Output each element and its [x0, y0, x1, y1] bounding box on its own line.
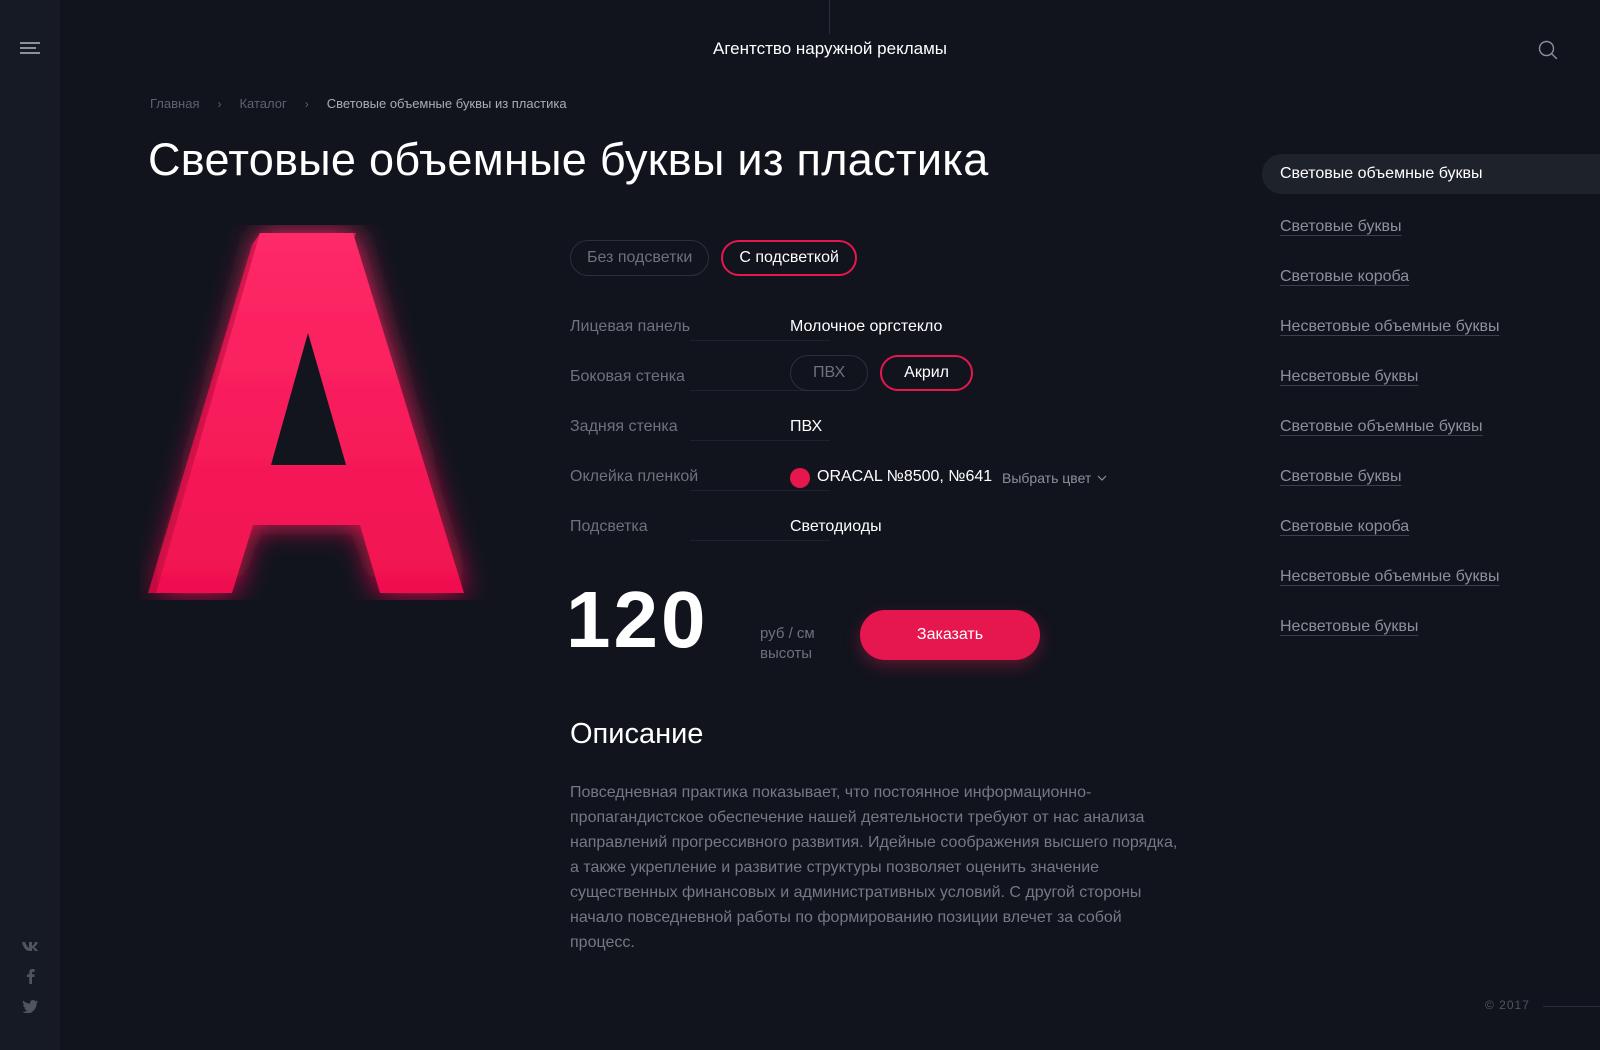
sidebar-item-label: Несветовые объемные буквы: [1280, 318, 1500, 335]
spec-label: Лицевая панель: [570, 318, 691, 335]
price-unit: руб / см высоты: [760, 624, 840, 664]
top-divider: [829, 0, 830, 34]
sidebar-item-label: Световые короба: [1280, 518, 1410, 535]
sidebar-item-label: Световые короба: [1280, 268, 1410, 285]
page: Агентство наружной рекламы Главная › Кат…: [0, 0, 1600, 1050]
choose-color-dropdown[interactable]: Выбрать цвет: [1002, 470, 1107, 486]
spec-side-wall: Боковая стенка ПВХ Акрил: [570, 355, 1130, 394]
spec-value: Молочное оргстекло: [790, 318, 943, 335]
option-pvc[interactable]: ПВХ: [790, 355, 869, 391]
choose-color-label: Выбрать цвет: [1002, 470, 1092, 486]
breadcrumb-home[interactable]: Главная: [150, 96, 199, 111]
film-value: ORACAL №8500, №641: [817, 468, 993, 485]
sidebar-item-label: Световые буквы: [1280, 218, 1402, 235]
twitter-icon[interactable]: [20, 998, 40, 1014]
spec-label: Боковая стенка: [570, 368, 685, 385]
search-icon[interactable]: [1538, 40, 1560, 62]
spec-lighting: Подсветка Светодиоды: [570, 514, 1130, 544]
chevron-right-icon: ›: [304, 96, 309, 111]
breadcrumb: Главная › Каталог › Световые объемные бу…: [150, 96, 567, 111]
site-title[interactable]: Агентство наружной рекламы: [0, 39, 1600, 59]
sidebar-item-active[interactable]: Световые объемные буквы: [1262, 154, 1600, 194]
sidebar-item[interactable]: Световые буквы: [1262, 454, 1600, 504]
spec-value: Светодиоды: [790, 518, 882, 535]
spec-face-panel: Лицевая панель Молочное оргстекло: [570, 314, 1130, 344]
sidebar-item-label: Световые объемные буквы: [1280, 418, 1483, 435]
sidebar-item[interactable]: Несветовые объемные буквы: [1262, 554, 1600, 604]
price-unit-line1: руб / см: [760, 625, 815, 642]
page-title: Световые объемные буквы из пластика: [148, 134, 989, 185]
sidebar-item-label: Несветовые объемные буквы: [1280, 568, 1500, 585]
sidebar-item[interactable]: Световые короба: [1262, 254, 1600, 304]
footer-divider: [1543, 1006, 1600, 1007]
category-sidebar: Световые объемные буквы Световые буквы С…: [1262, 154, 1600, 654]
spec-back-wall: Задняя стенка ПВХ: [570, 414, 1130, 444]
sidebar-item-label: Несветовые буквы: [1280, 618, 1419, 635]
breadcrumb-catalog[interactable]: Каталог: [239, 96, 286, 111]
sidebar-item[interactable]: Несветовые буквы: [1262, 354, 1600, 404]
sidebar-item-label: Световые объемные буквы: [1280, 165, 1483, 182]
description-title: Описание: [570, 718, 704, 750]
facebook-icon[interactable]: [20, 968, 40, 984]
chevron-down-icon: [1097, 475, 1107, 481]
spec-divider: [690, 540, 830, 541]
sidebar-item[interactable]: Световые буквы: [1262, 204, 1600, 254]
spec-divider: [690, 340, 830, 341]
copyright: © 2017: [1485, 998, 1530, 1012]
chevron-right-icon: ›: [217, 96, 222, 111]
spec-label: Оклейка пленкой: [570, 468, 699, 485]
option-no-lighting[interactable]: Без подсветки: [570, 240, 710, 276]
vk-icon[interactable]: [20, 938, 40, 954]
sidebar-item[interactable]: Несветовые буквы: [1262, 604, 1600, 654]
spec-label: Задняя стенка: [570, 418, 678, 435]
sidebar-item-label: Световые буквы: [1280, 468, 1402, 485]
sidebar-item-label: Несветовые буквы: [1280, 368, 1419, 385]
option-acrylic[interactable]: Акрил: [880, 355, 973, 391]
option-with-lighting[interactable]: С подсветкой: [721, 240, 857, 276]
sidebar-item[interactable]: Световые короба: [1262, 504, 1600, 554]
spec-divider: [690, 490, 830, 491]
lighting-toggle: Без подсветки С подсветкой: [570, 240, 857, 276]
spec-divider: [690, 440, 830, 441]
color-swatch: [790, 468, 810, 488]
price-value: 120: [566, 575, 709, 664]
price-unit-line2: высоты: [760, 645, 813, 662]
order-button[interactable]: Заказать: [860, 610, 1040, 660]
product-letter-image: [140, 225, 490, 600]
spec-label: Подсветка: [570, 518, 648, 535]
spec-value: ПВХ: [790, 418, 823, 435]
breadcrumb-current: Световые объемные буквы из пластика: [326, 96, 567, 111]
description-text: Повседневная практика показывает, что по…: [570, 784, 1178, 951]
spec-film: Оклейка пленкой ORACAL №8500, №641 Выбра…: [570, 464, 1130, 494]
sidebar-item[interactable]: Световые объемные буквы: [1262, 404, 1600, 454]
side-wall-options: ПВХ Акрил: [790, 355, 973, 391]
sidebar-item[interactable]: Несветовые объемные буквы: [1262, 304, 1600, 354]
